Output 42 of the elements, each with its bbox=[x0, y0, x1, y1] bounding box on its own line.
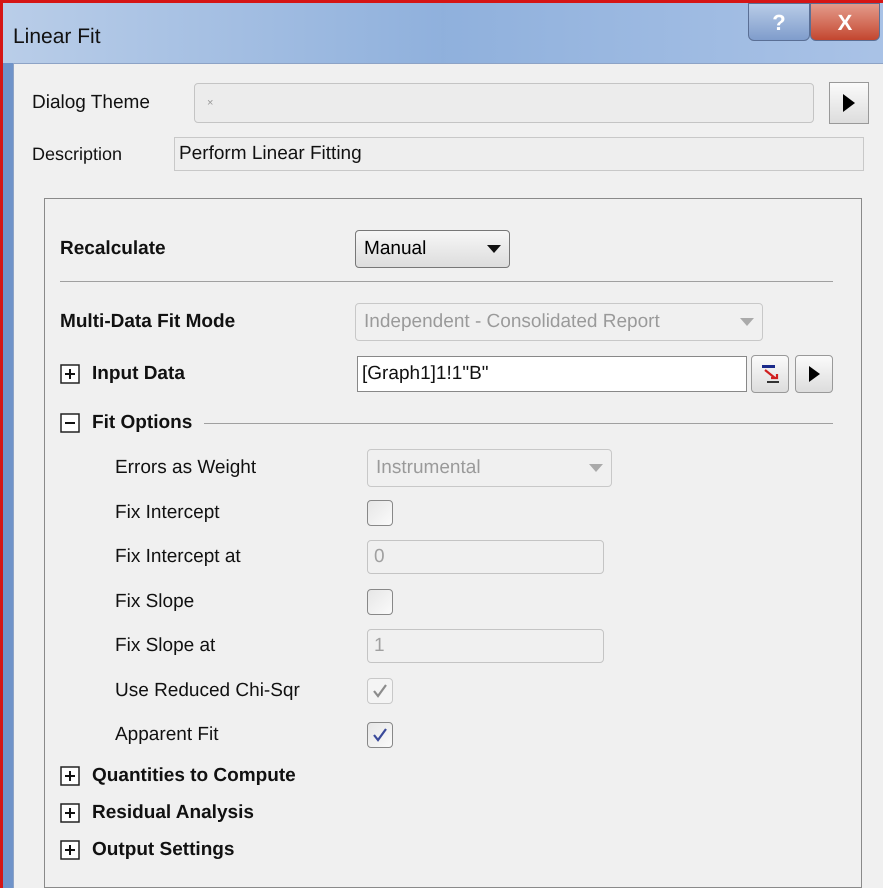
description-field: Perform Linear Fitting bbox=[174, 137, 864, 171]
checkmark-icon bbox=[372, 727, 388, 744]
section-label: Quantities to Compute bbox=[92, 764, 296, 788]
option-label: Fix Slope bbox=[115, 590, 196, 614]
section-label: Multi-Data Fit Mode bbox=[60, 310, 236, 334]
expand-icon[interactable] bbox=[60, 840, 80, 860]
option-label: Use Reduced Chi-Sqr bbox=[115, 678, 301, 702]
window-title: Linear Fit bbox=[13, 24, 101, 50]
play-icon bbox=[843, 94, 855, 112]
input-field[interactable]: [Graph1]1!1"B" bbox=[357, 356, 747, 392]
section-label: Fit Options bbox=[92, 410, 192, 435]
select-data-button[interactable] bbox=[751, 355, 789, 393]
section-label: Recalculate bbox=[60, 236, 167, 261]
expand-icon[interactable] bbox=[60, 364, 80, 384]
caret-icon bbox=[740, 318, 754, 326]
checkbox[interactable] bbox=[367, 588, 393, 615]
expand-icon[interactable] bbox=[60, 766, 80, 786]
field-label: Description bbox=[32, 142, 124, 166]
checkbox[interactable] bbox=[367, 500, 393, 526]
caret-icon bbox=[487, 245, 501, 253]
option-label: Fix Intercept bbox=[115, 500, 221, 524]
dropdown[interactable]: Manual bbox=[355, 230, 510, 268]
option-label: Fix Slope at bbox=[115, 634, 216, 658]
section-label: Input Data bbox=[92, 362, 185, 386]
theme-field[interactable]: × bbox=[194, 83, 814, 123]
section-label: Output Settings bbox=[92, 838, 234, 862]
arrow-button[interactable] bbox=[829, 82, 869, 124]
caret-icon bbox=[589, 464, 603, 472]
close-button[interactable]: X bbox=[810, 3, 880, 41]
option-label: Errors as Weight bbox=[115, 456, 258, 480]
checkbox[interactable] bbox=[367, 722, 393, 748]
option-label: Apparent Fit bbox=[115, 723, 220, 747]
checkmark-icon bbox=[372, 682, 388, 699]
expand-icon[interactable] bbox=[60, 803, 80, 823]
help-button[interactable]: ? bbox=[748, 3, 810, 41]
field-label: Dialog Theme bbox=[32, 90, 151, 115]
data-select-icon bbox=[759, 363, 781, 385]
play-icon bbox=[808, 366, 820, 382]
collapse-icon[interactable] bbox=[60, 413, 80, 433]
option-label: Fix Intercept at bbox=[115, 545, 242, 569]
arrow-button[interactable] bbox=[795, 355, 833, 393]
section-label: Residual Analysis bbox=[92, 800, 254, 825]
